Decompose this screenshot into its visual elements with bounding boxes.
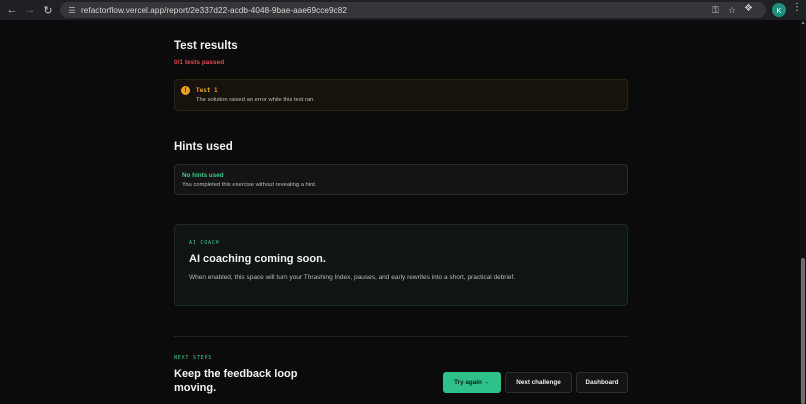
scroll-up-icon[interactable]: ▲ bbox=[800, 20, 806, 26]
scrollbar-thumb[interactable] bbox=[801, 258, 805, 404]
hints-status: No hints used bbox=[182, 172, 224, 179]
ai-coach-eyebrow: AI COACH bbox=[189, 240, 220, 246]
ai-coach-body: When enabled, this space will turn your … bbox=[189, 274, 516, 281]
hints-heading: Hints used bbox=[174, 141, 233, 153]
next-challenge-button[interactable]: Next challenge bbox=[505, 372, 572, 393]
try-again-button[interactable]: Try again → bbox=[443, 372, 501, 393]
test-result-card: ! Test 1 The solution raised an error wh… bbox=[174, 79, 628, 111]
forward-arrow-icon[interactable]: → bbox=[21, 0, 39, 20]
section-divider bbox=[174, 336, 628, 337]
next-steps-eyebrow: NEXT STEPS bbox=[174, 355, 213, 361]
warning-icon: ! bbox=[181, 86, 190, 95]
reload-icon[interactable]: ↻ bbox=[39, 0, 57, 20]
dashboard-button[interactable]: Dashboard bbox=[576, 372, 628, 393]
hints-card: No hints used You completed this exercis… bbox=[174, 164, 628, 195]
test-message: The solution raised an error while this … bbox=[196, 97, 315, 103]
browser-toolbar: ← → ↻ ☰ refactorflow.vercel.app/report/2… bbox=[0, 0, 806, 20]
ai-coach-card: AI COACH AI coaching coming soon. When e… bbox=[174, 224, 628, 306]
address-bar[interactable]: ☰ refactorflow.vercel.app/report/2e337d2… bbox=[60, 2, 766, 18]
star-icon[interactable]: ☆ bbox=[728, 5, 736, 15]
test-results-heading: Test results bbox=[174, 40, 238, 52]
site-info-icon[interactable]: ☰ bbox=[63, 2, 81, 18]
ai-coach-title: AI coaching coming soon. bbox=[189, 253, 326, 265]
tests-passed-summary: 0/1 tests passed bbox=[174, 59, 225, 66]
back-arrow-icon[interactable]: ← bbox=[3, 0, 21, 20]
profile-avatar[interactable]: K bbox=[772, 3, 786, 17]
url-text[interactable]: refactorflow.vercel.app/report/2e337d22-… bbox=[81, 6, 347, 15]
puzzle-icon[interactable]: ❖ bbox=[744, 3, 753, 14]
test-name: Test 1 bbox=[196, 87, 218, 94]
hints-message: You completed this exercise without reve… bbox=[182, 182, 317, 188]
key-icon[interactable]: ⚿ bbox=[712, 5, 719, 15]
next-steps-title: Keep the feedback loop moving. bbox=[174, 368, 298, 394]
kebab-menu-icon[interactable]: ⋮ bbox=[792, 3, 802, 13]
